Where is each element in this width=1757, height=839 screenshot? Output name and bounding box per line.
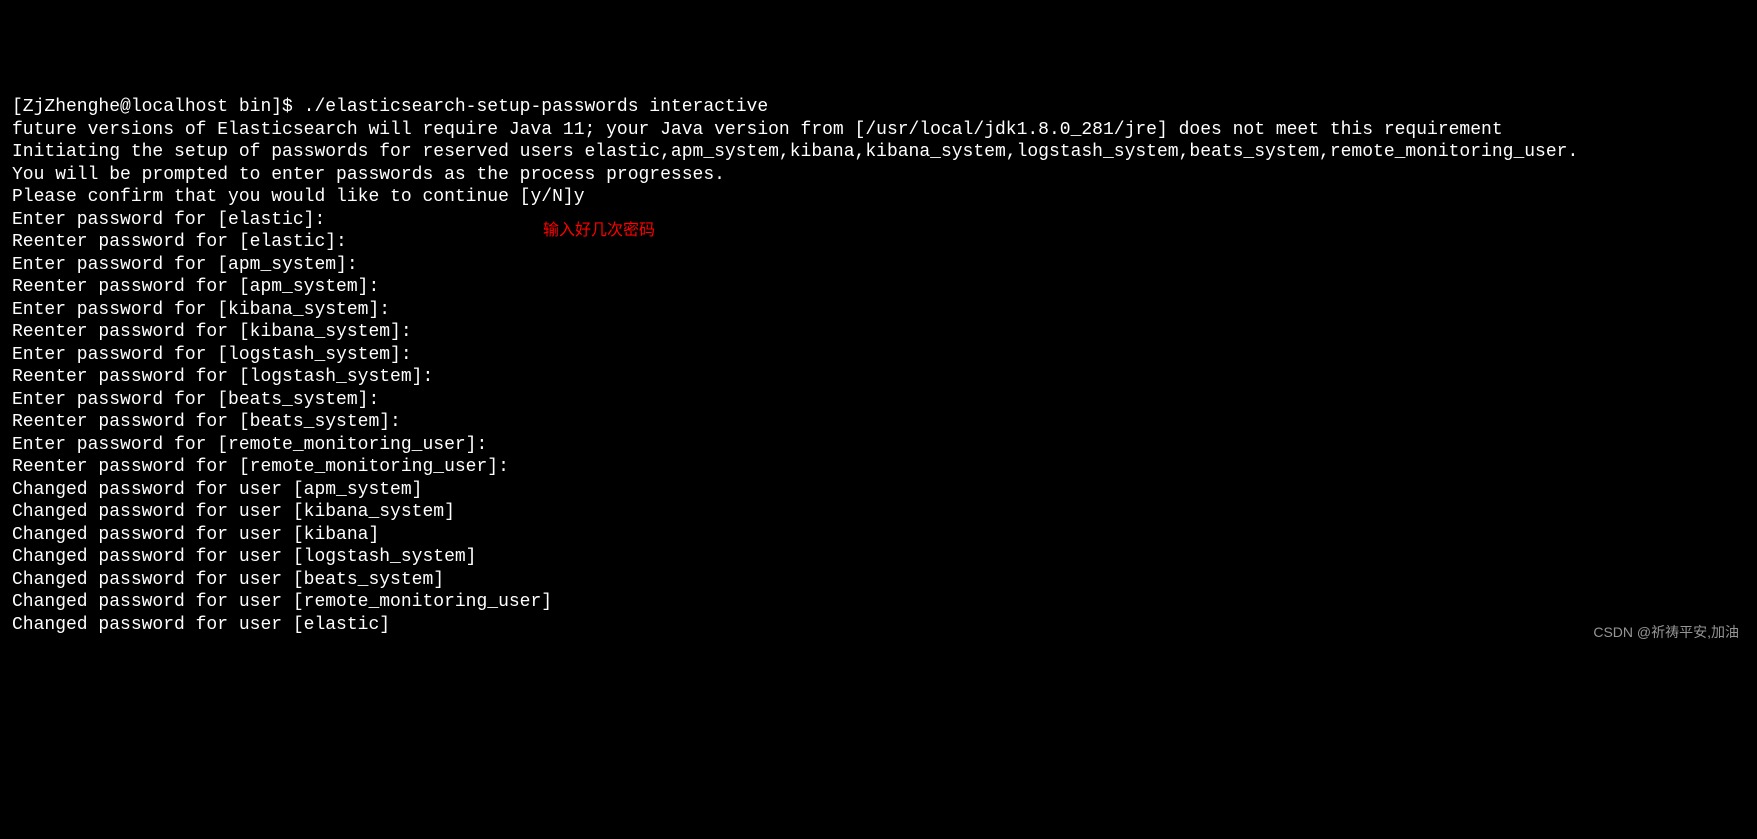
terminal-line: Changed password for user [kibana] xyxy=(12,524,1745,547)
terminal-line: Reenter password for [elastic]: xyxy=(12,231,1745,254)
terminal-line: Reenter password for [apm_system]: xyxy=(12,276,1745,299)
terminal-line: Please confirm that you would like to co… xyxy=(12,186,1745,209)
terminal-line: Enter password for [apm_system]: xyxy=(12,254,1745,277)
terminal-line: Reenter password for [kibana_system]: xyxy=(12,321,1745,344)
terminal-line: Enter password for [beats_system]: xyxy=(12,389,1745,412)
terminal-line: [ZjZhenghe@localhost bin]$ ./elasticsear… xyxy=(12,96,1745,119)
terminal-line: future versions of Elasticsearch will re… xyxy=(12,119,1745,142)
terminal-output[interactable]: [ZjZhenghe@localhost bin]$ ./elasticsear… xyxy=(12,96,1745,636)
terminal-line: Reenter password for [beats_system]: xyxy=(12,411,1745,434)
annotation-note: 输入好几次密码 xyxy=(543,220,655,243)
terminal-line: Enter password for [remote_monitoring_us… xyxy=(12,434,1745,457)
terminal-line: Enter password for [elastic]: xyxy=(12,209,1745,232)
terminal-line: Changed password for user [remote_monito… xyxy=(12,591,1745,614)
terminal-line: Enter password for [kibana_system]: xyxy=(12,299,1745,322)
terminal-line: Changed password for user [elastic] xyxy=(12,614,1745,637)
terminal-line: Initiating the setup of passwords for re… xyxy=(12,141,1745,164)
terminal-line: Changed password for user [apm_system] xyxy=(12,479,1745,502)
watermark-text: CSDN @祈祷平安,加油 xyxy=(1593,621,1739,644)
terminal-line: Changed password for user [logstash_syst… xyxy=(12,546,1745,569)
terminal-line: Reenter password for [logstash_system]: xyxy=(12,366,1745,389)
terminal-line: You will be prompted to enter passwords … xyxy=(12,164,1745,187)
terminal-line: Changed password for user [beats_system] xyxy=(12,569,1745,592)
terminal-line: Changed password for user [kibana_system… xyxy=(12,501,1745,524)
terminal-line: Reenter password for [remote_monitoring_… xyxy=(12,456,1745,479)
terminal-line: Enter password for [logstash_system]: xyxy=(12,344,1745,367)
